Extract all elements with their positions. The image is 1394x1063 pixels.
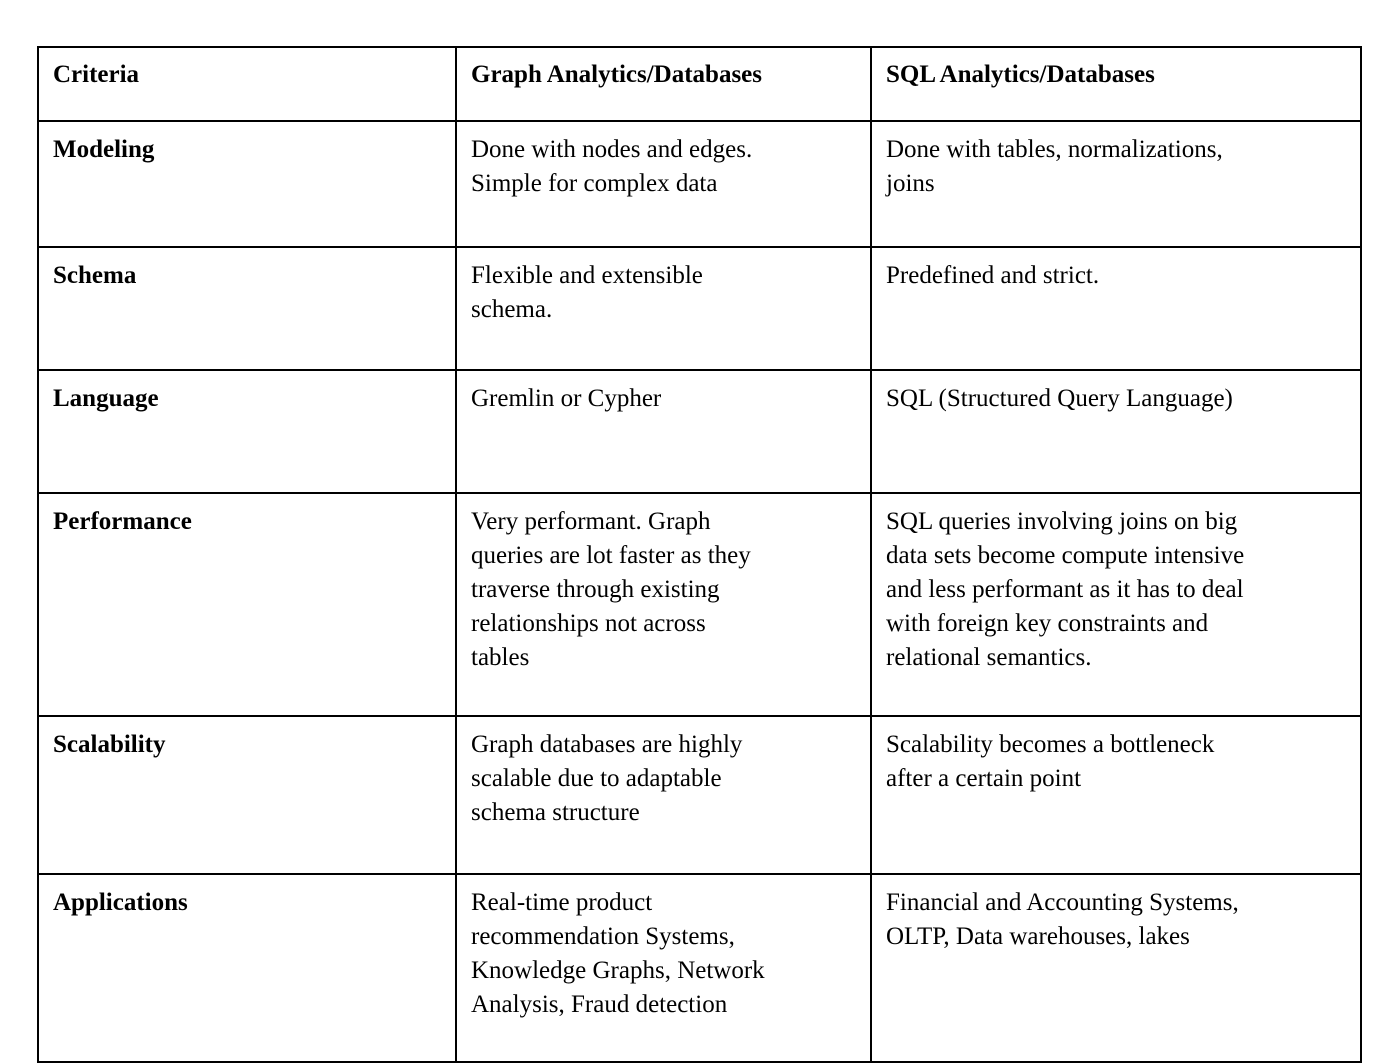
cell-modeling-sql-text: Done with tables, normalizations, joins (886, 136, 1223, 197)
column-header-sql-label: SQL Analytics/Databases (886, 61, 1155, 88)
cell-performance-sql-text: SQL queries involving joins on big data … (886, 508, 1245, 671)
row-label-performance: Performance (37, 492, 457, 717)
row-label-applications-text: Applications (53, 889, 188, 916)
row-label-modeling: Modeling (37, 120, 457, 248)
row-label-modeling-text: Modeling (53, 136, 155, 163)
cell-language-graph-text: Gremlin or Cypher (471, 385, 662, 412)
table-body: Modeling Done with nodes and edges. Simp… (37, 120, 1362, 1063)
column-header-graph-label: Graph Analytics/Databases (471, 61, 763, 88)
cell-scalability-graph-text: Graph databases are highly scalable due … (471, 731, 743, 826)
row-label-language: Language (37, 369, 457, 494)
table-header-row: Criteria Graph Analytics/Databases SQL A… (37, 46, 1362, 122)
row-label-scalability-text: Scalability (53, 731, 166, 758)
graph-vs-sql-comparison-table: Criteria Graph Analytics/Databases SQL A… (37, 46, 1362, 1063)
cell-scalability-sql: Scalability becomes a bottleneck after a… (870, 715, 1362, 875)
column-header-graph: Graph Analytics/Databases (455, 46, 872, 122)
cell-scalability-sql-text: Scalability becomes a bottleneck after a… (886, 731, 1215, 792)
row-label-language-text: Language (53, 385, 159, 412)
cell-performance-graph-text: Very performant. Graph queries are lot f… (471, 508, 751, 671)
cell-applications-graph-text: Real-time product recommendation Systems… (471, 889, 765, 1018)
table-row: Language Gremlin or Cypher SQL (Structur… (37, 369, 1362, 494)
row-label-applications: Applications (37, 873, 457, 1063)
row-label-performance-text: Performance (53, 508, 192, 535)
table-row: Applications Real-time product recommend… (37, 873, 1362, 1063)
cell-language-graph: Gremlin or Cypher (455, 369, 872, 494)
cell-modeling-sql: Done with tables, normalizations, joins (870, 120, 1362, 248)
column-header-criteria: Criteria (37, 46, 457, 122)
table-header: Criteria Graph Analytics/Databases SQL A… (37, 46, 1362, 122)
comparison-table-wrapper: Criteria Graph Analytics/Databases SQL A… (37, 46, 1362, 1063)
cell-schema-graph-text: Flexible and extensible schema. (471, 262, 703, 323)
cell-schema-graph: Flexible and extensible schema. (455, 246, 872, 371)
cell-modeling-graph-text: Done with nodes and edges. Simple for co… (471, 136, 753, 197)
row-label-scalability: Scalability (37, 715, 457, 875)
table-row: Scalability Graph databases are highly s… (37, 715, 1362, 875)
cell-performance-graph: Very performant. Graph queries are lot f… (455, 492, 872, 717)
table-row: Schema Flexible and extensible schema. P… (37, 246, 1362, 371)
cell-schema-sql: Predefined and strict. (870, 246, 1362, 371)
table-row: Modeling Done with nodes and edges. Simp… (37, 120, 1362, 248)
cell-schema-sql-text: Predefined and strict. (886, 262, 1100, 289)
cell-language-sql-text: SQL (Structured Query Language) (886, 385, 1233, 412)
cell-language-sql: SQL (Structured Query Language) (870, 369, 1362, 494)
row-label-schema-text: Schema (53, 262, 137, 289)
cell-applications-graph: Real-time product recommendation Systems… (455, 873, 872, 1063)
cell-applications-sql: Financial and Accounting Systems, OLTP, … (870, 873, 1362, 1063)
cell-modeling-graph: Done with nodes and edges. Simple for co… (455, 120, 872, 248)
column-header-criteria-label: Criteria (53, 61, 140, 88)
table-row: Performance Very performant. Graph queri… (37, 492, 1362, 717)
cell-performance-sql: SQL queries involving joins on big data … (870, 492, 1362, 717)
column-header-sql: SQL Analytics/Databases (870, 46, 1362, 122)
row-label-schema: Schema (37, 246, 457, 371)
cell-scalability-graph: Graph databases are highly scalable due … (455, 715, 872, 875)
